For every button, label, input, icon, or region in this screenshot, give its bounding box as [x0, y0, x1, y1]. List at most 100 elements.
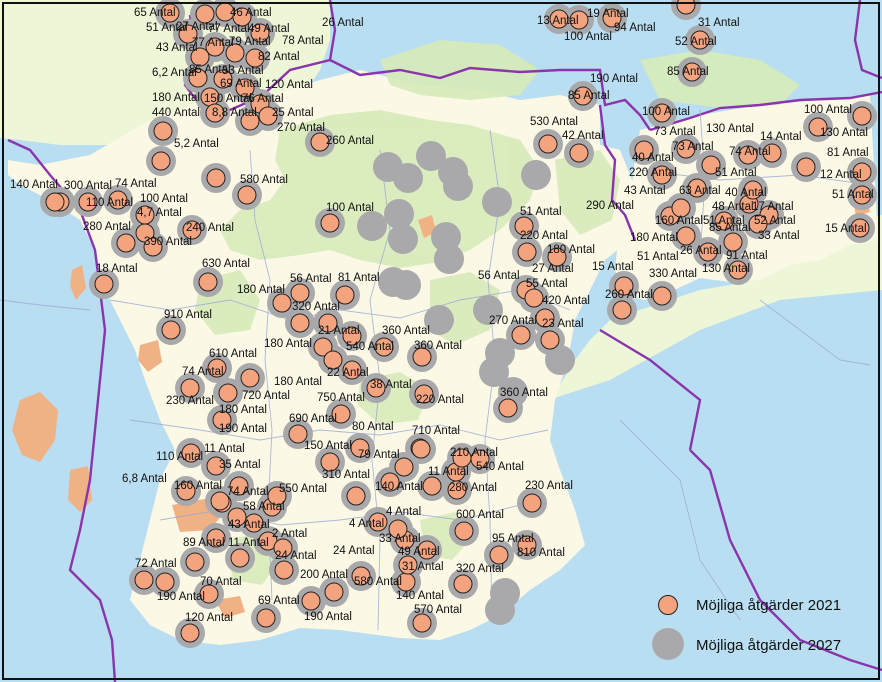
- marker-count-label: 63 Antal: [679, 185, 721, 197]
- marker-count-label: 12 Antal: [820, 169, 862, 181]
- marker-2021[interactable]: [153, 121, 173, 141]
- marker-count-label: 130 Antal: [820, 127, 868, 139]
- marker-2021[interactable]: [454, 521, 474, 541]
- marker-count-label: 11 Antal: [204, 443, 245, 455]
- marker-count-label: 110 Antal: [156, 451, 203, 463]
- marker-count-label: 150 Antal: [304, 440, 352, 452]
- marker-2021[interactable]: [272, 293, 292, 313]
- marker-count-label: 27 Antal: [532, 263, 574, 275]
- marker-2021[interactable]: [453, 574, 473, 594]
- marker-count-label: 18 Antal: [96, 263, 138, 275]
- marker-2021[interactable]: [134, 570, 154, 590]
- marker-count-label: 24 Antal: [275, 550, 317, 562]
- marker-count-label: 81 Antal: [827, 147, 869, 159]
- marker-2021[interactable]: [161, 320, 181, 340]
- marker-2021[interactable]: [411, 439, 431, 459]
- marker-2021[interactable]: [301, 591, 321, 611]
- marker-count-label: 74 Antal: [182, 366, 224, 378]
- marker-count-label: 91 Antal: [726, 250, 768, 262]
- marker-2027[interactable]: [391, 270, 421, 300]
- marker-2027[interactable]: [443, 171, 473, 201]
- marker-2027[interactable]: [384, 199, 414, 229]
- marker-2027[interactable]: [482, 187, 512, 217]
- marker-count-label: 43 Antal: [228, 519, 270, 531]
- marker-count-label: 85 Antal: [709, 222, 751, 234]
- marker-2021[interactable]: [676, 226, 696, 246]
- marker-2027[interactable]: [357, 211, 387, 241]
- marker-count-label: 15 Antal: [592, 261, 634, 273]
- marker-count-label: 260 Antal: [605, 289, 653, 301]
- map-canvas[interactable]: 65 Antal 27 Antal 46 Antal 51 Antal 77 Antal…: [0, 0, 882, 682]
- marker-2021[interactable]: [412, 613, 432, 633]
- marker-2021[interactable]: [652, 286, 672, 306]
- marker-2027[interactable]: [434, 244, 464, 274]
- marker-2021[interactable]: [538, 134, 558, 154]
- marker-2021[interactable]: [522, 493, 542, 513]
- marker-2021[interactable]: [230, 548, 250, 568]
- marker-count-label: 190 Antal: [219, 423, 267, 435]
- marker-2021[interactable]: [324, 582, 344, 602]
- legend-label-2027: Möjliga åtgärder 2027: [696, 636, 842, 654]
- marker-count-label: 220 Antal: [520, 230, 568, 242]
- marker-2021[interactable]: [180, 623, 200, 643]
- marker-2021[interactable]: [796, 157, 816, 177]
- marker-2021[interactable]: [612, 300, 632, 320]
- marker-2021[interactable]: [346, 486, 366, 506]
- marker-count-label: 270 Antal: [277, 122, 325, 134]
- marker-2021[interactable]: [198, 272, 218, 292]
- marker-2021[interactable]: [274, 560, 294, 580]
- marker-count-label: 310 Antal: [322, 469, 370, 481]
- marker-2027[interactable]: [485, 595, 515, 625]
- marker-2021[interactable]: [511, 325, 531, 345]
- marker-2021[interactable]: [676, 0, 696, 15]
- marker-2021[interactable]: [237, 185, 257, 205]
- marker-2021[interactable]: [517, 242, 537, 262]
- marker-2021[interactable]: [290, 283, 310, 303]
- marker-2021[interactable]: [498, 398, 518, 418]
- marker-2021[interactable]: [151, 151, 171, 171]
- marker-count-label: 4,7 Antal: [137, 207, 182, 219]
- marker-2021[interactable]: [206, 168, 226, 188]
- marker-count-label: 230 Antal: [166, 395, 214, 407]
- marker-count-label: 55 Antal: [526, 278, 568, 290]
- marker-count-label: 330 Antal: [649, 268, 697, 280]
- marker-count-label: 94 Antal: [614, 22, 656, 34]
- marker-2021[interactable]: [540, 330, 560, 350]
- map-legend: Möjliga åtgärder 2021 Möjliga åtgärder 2…: [650, 585, 872, 665]
- marker-count-label: 100 Antal: [804, 104, 852, 116]
- marker-count-label: 100 Antal: [564, 31, 612, 43]
- marker-count-label: 570 Antal: [414, 604, 462, 616]
- marker-count-label: 130 Antal: [706, 123, 754, 135]
- marker-2021[interactable]: [422, 476, 442, 496]
- marker-count-label: 52 Antal: [675, 36, 717, 48]
- marker-2021[interactable]: [489, 545, 509, 565]
- marker-2021[interactable]: [723, 232, 743, 252]
- marker-2021[interactable]: [290, 313, 310, 333]
- marker-count-label: 74 Antal: [729, 146, 771, 158]
- marker-2021[interactable]: [524, 288, 544, 308]
- marker-count-label: 22 Antal: [327, 367, 369, 379]
- legend-symbol-2021: [650, 588, 684, 622]
- marker-2021[interactable]: [155, 572, 175, 592]
- marker-count-label: 690 Antal: [289, 413, 337, 425]
- marker-count-label: 46 Antal: [230, 7, 272, 19]
- marker-2027[interactable]: [393, 163, 423, 193]
- marker-2027[interactable]: [388, 224, 418, 254]
- marker-2021[interactable]: [569, 143, 589, 163]
- marker-count-label: 52 Antal: [754, 215, 796, 227]
- marker-count-label: 360 Antal: [500, 387, 548, 399]
- marker-count-label: 49 Antal: [398, 546, 440, 558]
- marker-2021[interactable]: [185, 552, 205, 572]
- marker-2021[interactable]: [94, 274, 114, 294]
- marker-2021[interactable]: [240, 368, 260, 388]
- marker-count-label: 79 Antal: [229, 36, 271, 48]
- marker-2021[interactable]: [320, 213, 340, 233]
- marker-2027[interactable]: [521, 160, 551, 190]
- marker-2021[interactable]: [256, 608, 276, 628]
- marker-count-label: 180 Antal: [547, 244, 595, 256]
- marker-2021[interactable]: [45, 192, 65, 212]
- marker-count-label: 15 Antal: [825, 223, 867, 235]
- marker-2021[interactable]: [218, 383, 238, 403]
- marker-2021[interactable]: [116, 233, 136, 253]
- marker-2021[interactable]: [852, 106, 872, 126]
